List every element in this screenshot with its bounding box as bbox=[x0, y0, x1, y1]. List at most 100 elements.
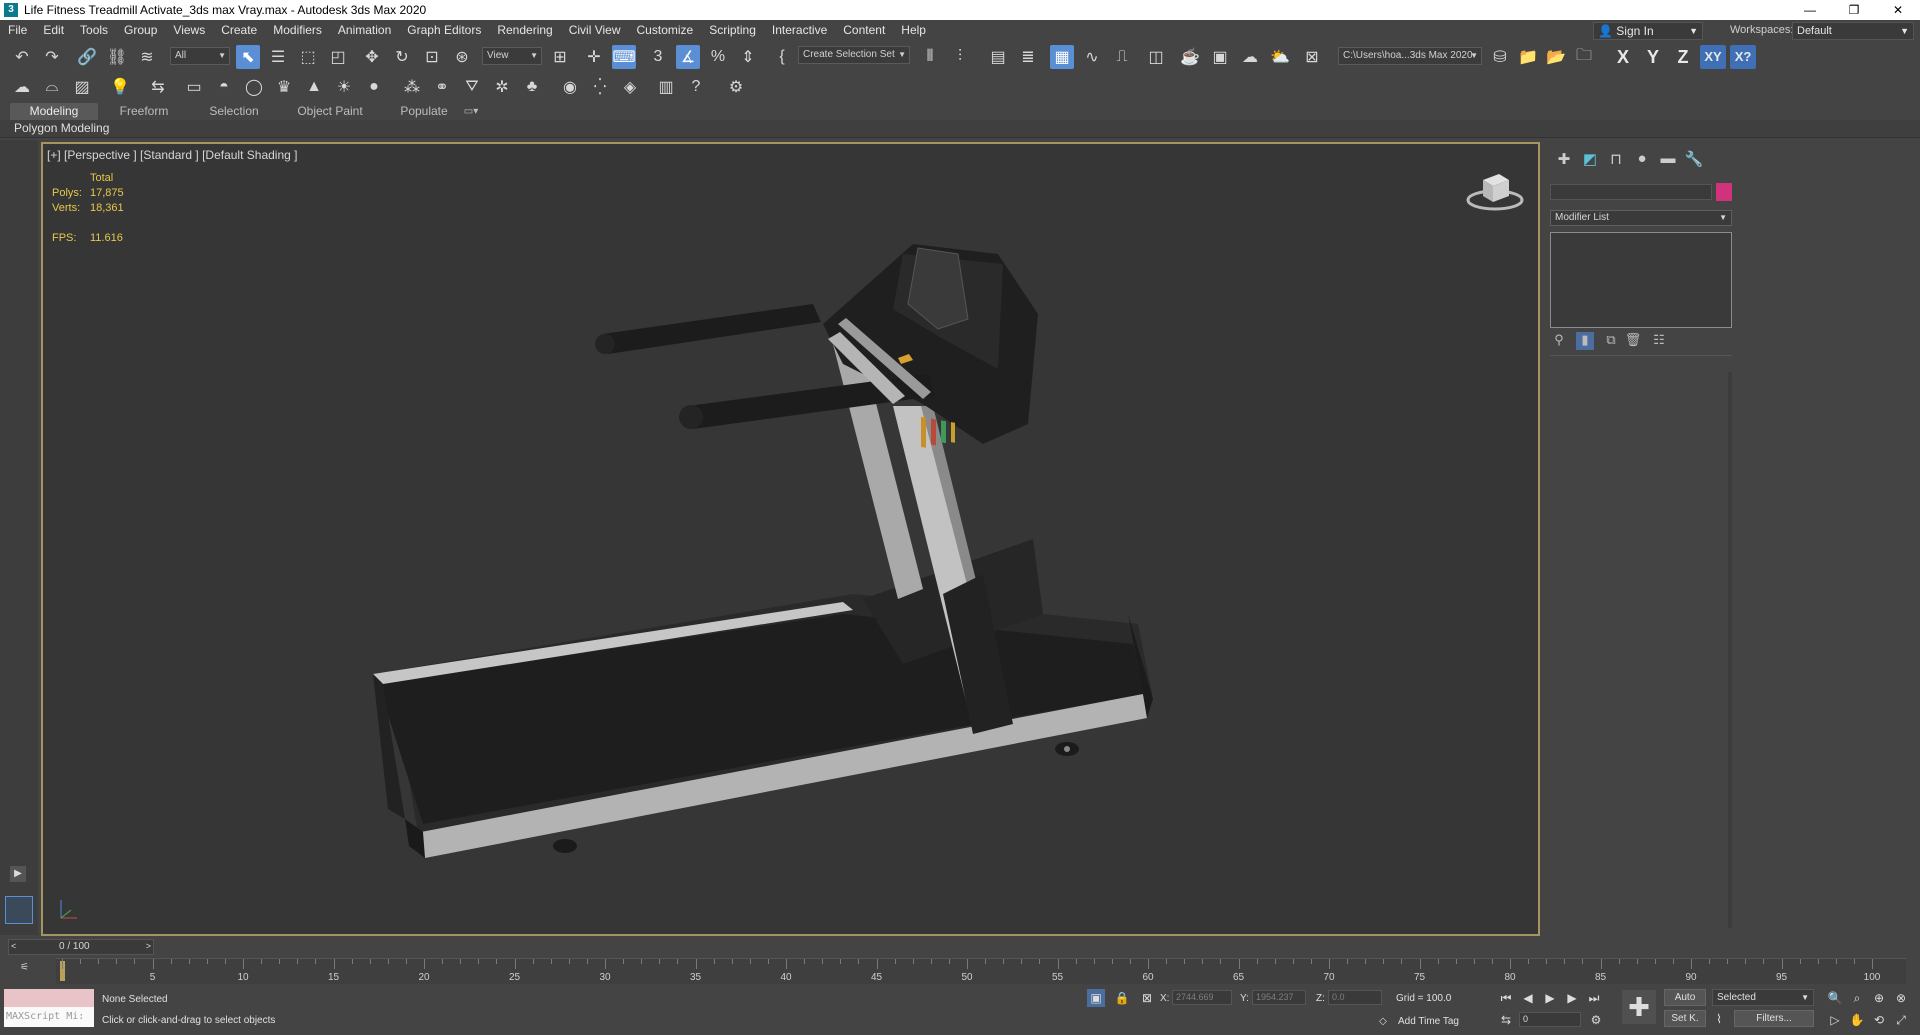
menu-tools[interactable]: Tools bbox=[72, 20, 116, 41]
folder-icon[interactable]: 📂 bbox=[1544, 45, 1568, 69]
menu-civil-view[interactable]: Civil View bbox=[561, 20, 629, 41]
axis-xy-button[interactable]: XY bbox=[1700, 45, 1726, 69]
align-icon[interactable]: ⫶ bbox=[948, 45, 972, 69]
menu-scripting[interactable]: Scripting bbox=[701, 20, 764, 41]
menu-graph-editors[interactable]: Graph Editors bbox=[399, 20, 489, 41]
y-coord-field[interactable]: 1954.237 bbox=[1252, 990, 1306, 1005]
render-production-icon[interactable]: ☁ bbox=[1238, 45, 1262, 69]
bind-space-warp-icon[interactable]: ≋ bbox=[135, 45, 159, 69]
object-name-field[interactable] bbox=[1550, 184, 1712, 200]
key-mode-icon[interactable]: ⇆ bbox=[1497, 1011, 1515, 1029]
perspective-viewport[interactable]: [+] [Perspective ] [Standard ] [Default … bbox=[41, 142, 1540, 936]
archive-icon[interactable]: 🗀 bbox=[1572, 45, 1596, 69]
tab-selection[interactable]: Selection bbox=[190, 103, 278, 120]
layer-explorer-icon[interactable]: ≣ bbox=[1016, 45, 1040, 69]
axis-z-button[interactable]: Z bbox=[1670, 45, 1696, 69]
go-to-start-icon[interactable]: ⏮ bbox=[1497, 989, 1515, 1007]
render-cloud-icon[interactable]: ⛅ bbox=[1268, 45, 1292, 69]
utilities-tab-icon[interactable]: 🔧 bbox=[1682, 150, 1706, 170]
curve-editor-icon[interactable]: ∿ bbox=[1080, 45, 1104, 69]
zoom-extents-icon[interactable]: ⊕ bbox=[1870, 989, 1888, 1007]
menu-customize[interactable]: Customize bbox=[629, 20, 702, 41]
pivot-center-icon[interactable]: ⊞ bbox=[548, 45, 572, 69]
time-prev-button[interactable]: < bbox=[11, 941, 16, 951]
panel-scrollbar[interactable] bbox=[1728, 372, 1732, 928]
curve-editor-mini-icon[interactable]: ⚟ bbox=[20, 962, 29, 973]
redo-icon[interactable]: ↷ bbox=[40, 45, 64, 69]
pan-icon[interactable]: ✋ bbox=[1848, 1011, 1866, 1029]
dolly-icon[interactable]: ⇆ bbox=[146, 75, 170, 99]
rendered-frame-window-icon[interactable]: ▣ bbox=[1208, 45, 1232, 69]
angle-snap-icon[interactable]: ∡ bbox=[676, 45, 700, 69]
treadmill-model[interactable] bbox=[43, 144, 1540, 936]
schematic-view-icon[interactable]: ⎍ bbox=[1110, 45, 1134, 69]
named-selection-dropdown[interactable]: Create Selection Set ▼ bbox=[798, 46, 910, 64]
motion-tab-icon[interactable]: ● bbox=[1630, 150, 1654, 170]
isolate-selection-icon[interactable]: ▣ bbox=[1087, 989, 1105, 1007]
set-key-big-icon[interactable]: ✚ bbox=[1622, 990, 1656, 1024]
remove-modifier-icon[interactable]: 🗑 bbox=[1624, 332, 1642, 350]
snaps-toggle-icon[interactable]: 3 bbox=[646, 45, 670, 69]
auto-key-button[interactable]: Auto bbox=[1664, 989, 1706, 1006]
fur-icon[interactable]: ⁂ bbox=[400, 75, 424, 99]
selection-lock-icon[interactable]: 🔒 bbox=[1113, 989, 1131, 1007]
x-coord-field[interactable]: 2744.669 bbox=[1172, 990, 1232, 1005]
menu-file[interactable]: File bbox=[0, 20, 35, 41]
image-icon[interactable]: ▨ bbox=[70, 75, 94, 99]
menu-animation[interactable]: Animation bbox=[330, 20, 399, 41]
menu-views[interactable]: Views bbox=[165, 20, 213, 41]
tab-freeform[interactable]: Freeform bbox=[100, 103, 188, 120]
maxscript-output[interactable] bbox=[4, 989, 94, 1007]
scale-icon[interactable]: ⊡ bbox=[420, 45, 444, 69]
spotlight-icon[interactable]: ▲ bbox=[302, 75, 326, 99]
sphere-light-icon[interactable]: ◯ bbox=[242, 75, 266, 99]
play-icon[interactable]: ▶ bbox=[1541, 989, 1559, 1007]
maximize-button[interactable]: ❐ bbox=[1832, 0, 1876, 20]
select-by-name-icon[interactable]: ☰ bbox=[266, 45, 290, 69]
menu-edit[interactable]: Edit bbox=[35, 20, 72, 41]
menu-group[interactable]: Group bbox=[116, 20, 165, 41]
tab-modeling[interactable]: Modeling bbox=[10, 103, 98, 120]
polygon-modeling-label[interactable]: Polygon Modeling bbox=[14, 121, 109, 135]
menu-help[interactable]: Help bbox=[893, 20, 934, 41]
filters-button[interactable]: Filters... bbox=[1734, 1010, 1814, 1027]
create-tab-icon[interactable]: ✚ bbox=[1552, 150, 1576, 170]
scene-explorer-icon[interactable]: ▤ bbox=[986, 45, 1010, 69]
hierarchy-tab-icon[interactable]: ⊓ bbox=[1604, 150, 1628, 170]
previous-frame-icon[interactable]: ◀︎ bbox=[1519, 989, 1537, 1007]
time-tag-icon[interactable]: ◇ bbox=[1374, 1013, 1392, 1031]
sun-icon[interactable]: ☀ bbox=[332, 75, 356, 99]
ies-light-icon[interactable]: ● bbox=[362, 75, 386, 99]
menu-rendering[interactable]: Rendering bbox=[489, 20, 560, 41]
make-unique-icon[interactable]: ⧉ bbox=[1602, 332, 1620, 350]
plane-icon[interactable]: ▭ bbox=[182, 75, 206, 99]
viewport-layout-thumbnail[interactable] bbox=[5, 896, 33, 924]
ribbon-toggle-icon[interactable]: ▦ bbox=[1050, 45, 1074, 69]
material-lib-icon[interactable]: ◈ bbox=[618, 75, 642, 99]
menu-content[interactable]: Content bbox=[835, 20, 893, 41]
modifier-stack[interactable] bbox=[1550, 232, 1732, 328]
object-color-swatch[interactable] bbox=[1716, 183, 1732, 201]
axis-y-button[interactable]: Y bbox=[1640, 45, 1666, 69]
displacement-icon[interactable]: ✲ bbox=[490, 75, 514, 99]
ribbon-options-icon[interactable]: ▭▾ bbox=[456, 103, 486, 120]
zoom-icon[interactable]: 🔍 bbox=[1826, 989, 1844, 1007]
menu-interactive[interactable]: Interactive bbox=[764, 20, 835, 41]
workspaces-dropdown[interactable]: Default ▼ bbox=[1792, 22, 1914, 40]
window-crossing-icon[interactable]: ◰ bbox=[326, 45, 350, 69]
set-project-folder-icon[interactable]: ⛁ bbox=[1488, 45, 1512, 69]
light-icon[interactable]: 💡 bbox=[108, 75, 132, 99]
keyboard-shortcut-override-icon[interactable]: ⌨ bbox=[612, 45, 636, 69]
add-time-tag[interactable]: Add Time Tag bbox=[1398, 1016, 1459, 1027]
vray-plane-icon[interactable]: ⛛ bbox=[460, 75, 484, 99]
key-filter-dropdown[interactable]: Selected ▼ bbox=[1712, 989, 1814, 1006]
modifier-list-dropdown[interactable]: Modifier List ▼ bbox=[1550, 210, 1732, 226]
edit-named-selection-icon[interactable]: { bbox=[770, 45, 794, 69]
rotate-icon[interactable]: ↻ bbox=[390, 45, 414, 69]
mesh-light-icon[interactable]: ♛ bbox=[272, 75, 296, 99]
move-icon[interactable]: ✥ bbox=[360, 45, 384, 69]
time-slider[interactable]: < 0 / 100 > bbox=[8, 939, 154, 955]
place-icon[interactable]: ⊛ bbox=[450, 45, 474, 69]
close-button[interactable]: ✕ bbox=[1876, 0, 1920, 20]
tab-object-paint[interactable]: Object Paint bbox=[280, 103, 380, 120]
